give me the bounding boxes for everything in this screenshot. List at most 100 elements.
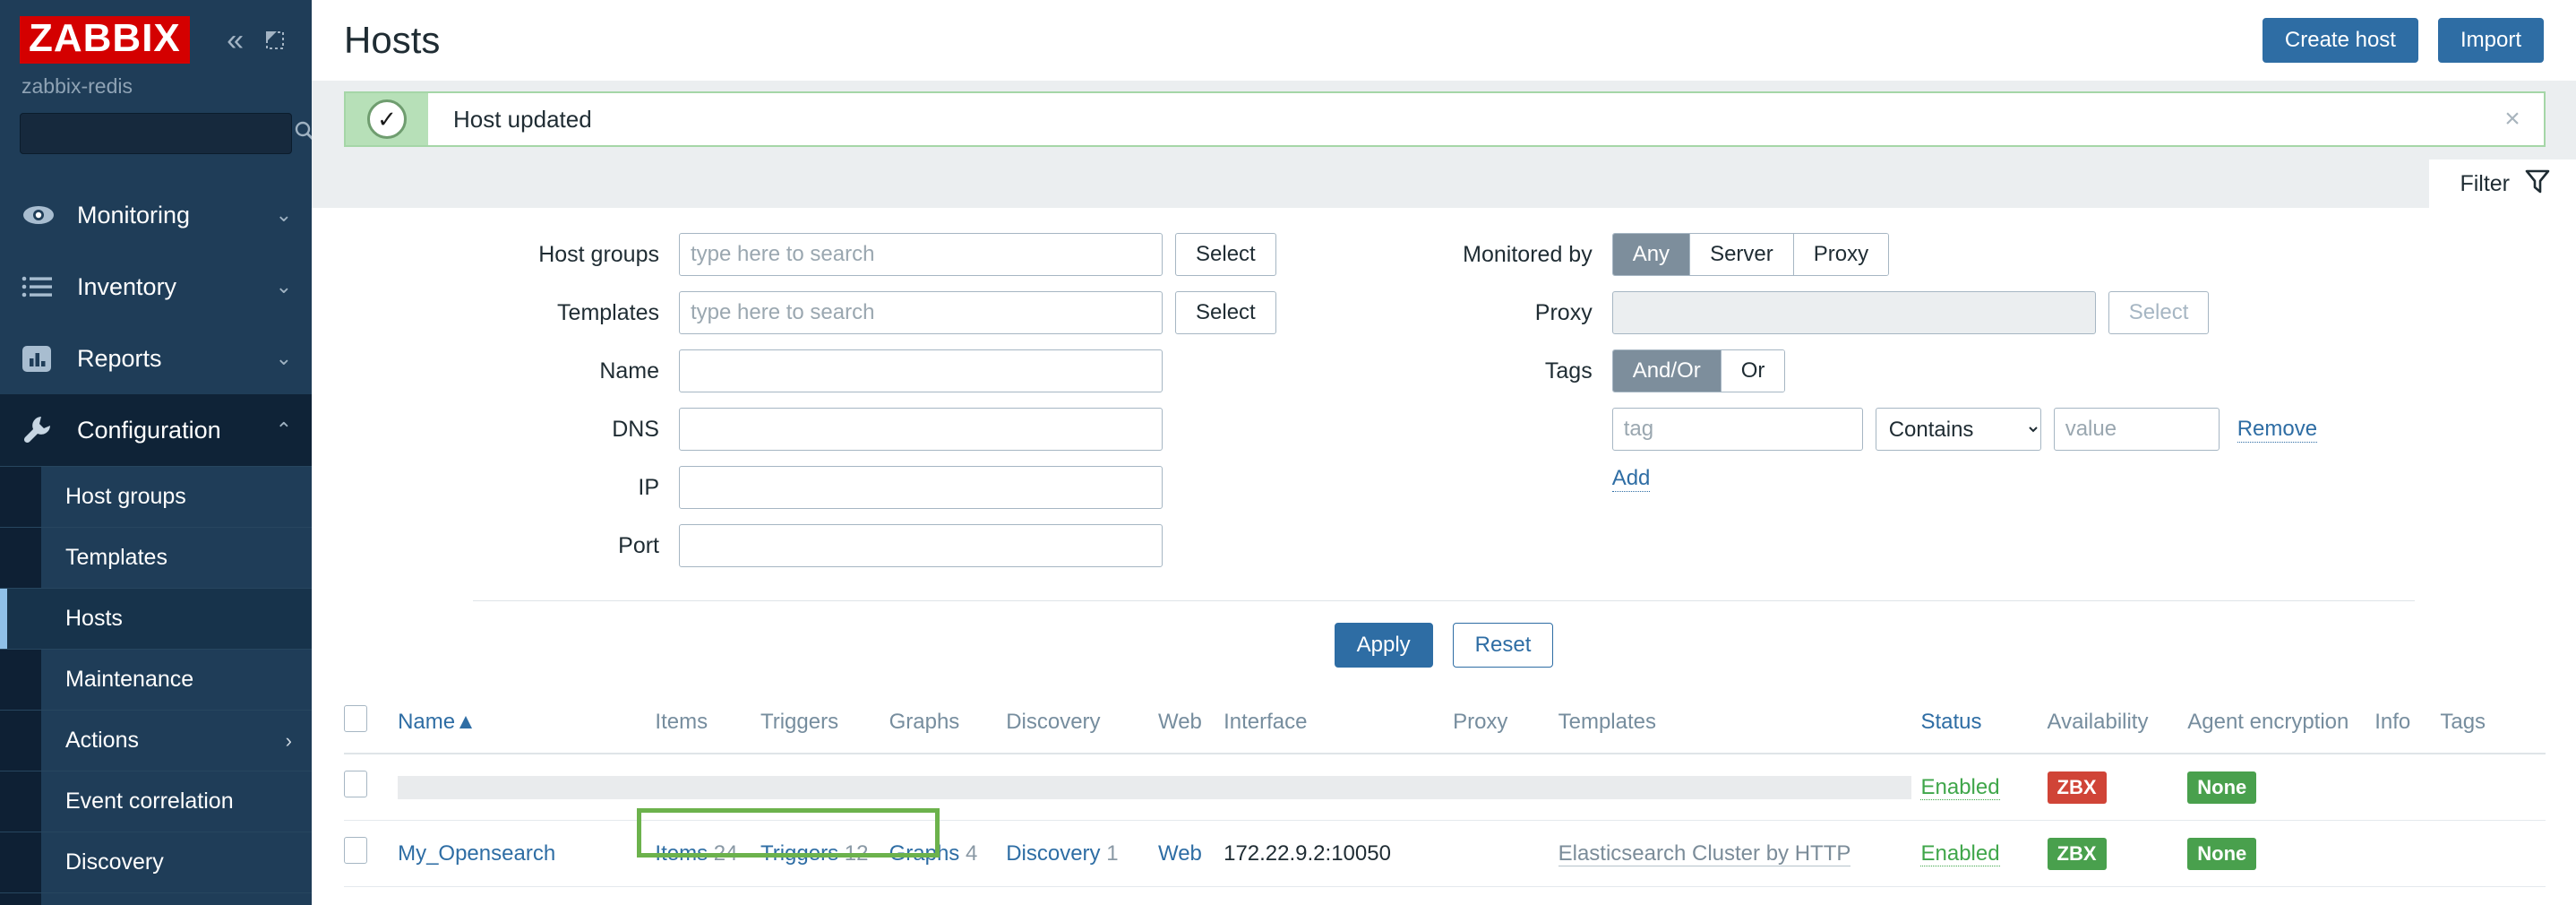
discovery-link[interactable]: Discovery bbox=[1006, 841, 1100, 866]
port-input[interactable] bbox=[679, 524, 1163, 567]
collapse-sidebar-icon[interactable]: « bbox=[227, 25, 244, 56]
sidebar-item-inventory[interactable]: Inventory ⌄ bbox=[0, 251, 312, 323]
triggers-link[interactable]: Triggers bbox=[760, 841, 838, 866]
sidebar-item-hosts[interactable]: Hosts bbox=[0, 588, 312, 649]
search-icon[interactable] bbox=[293, 119, 312, 149]
row-graphs-cell: Graphs 4 bbox=[889, 820, 1007, 888]
row-items-cell: Items 24 bbox=[655, 820, 760, 888]
tags-eval-option-or[interactable]: Or bbox=[1721, 350, 1785, 392]
items-link[interactable]: Items bbox=[655, 841, 708, 866]
sidebar-item-reports[interactable]: Reports ⌄ bbox=[0, 323, 312, 394]
tab-filter[interactable]: Filter bbox=[2429, 159, 2576, 208]
proxy-input[interactable] bbox=[1611, 291, 2096, 334]
tag-value-input[interactable] bbox=[2053, 408, 2220, 451]
row-placeholder-cell bbox=[398, 754, 1921, 822]
sidebar-item-host-groups[interactable]: Host groups bbox=[0, 466, 312, 527]
sidebar-item-services[interactable]: Services bbox=[0, 892, 312, 905]
proxy-select-button[interactable]: Select bbox=[2108, 291, 2210, 334]
row-encryption-cell: None bbox=[2187, 754, 2375, 822]
tag-remove-link[interactable]: Remove bbox=[2237, 417, 2318, 443]
monitored-by-option-any[interactable]: Any bbox=[1612, 234, 1691, 275]
row-status-cell: Enabled bbox=[1920, 754, 2048, 822]
templates-select-button[interactable]: Select bbox=[1175, 291, 1276, 334]
chevron-down-icon: ⌄ bbox=[275, 203, 292, 226]
tags-eval-segmented[interactable]: And/Or Or bbox=[1611, 349, 1786, 392]
filter-row-templates: Templates Select bbox=[500, 291, 1276, 334]
sidebar-item-discovery[interactable]: Discovery bbox=[0, 832, 312, 892]
graphs-link[interactable]: Graphs bbox=[889, 841, 960, 866]
tags-eval-option-andor[interactable]: And/Or bbox=[1612, 350, 1722, 392]
row-web-cell: Web bbox=[1157, 820, 1224, 888]
search-input[interactable] bbox=[31, 121, 293, 146]
encryption-badge: None bbox=[2187, 838, 2257, 870]
sidebar: ZABBIX « zabbix-redis Monitoring ⌄ Inven… bbox=[0, 0, 312, 905]
row-checkbox[interactable] bbox=[344, 771, 367, 798]
row-checkbox[interactable] bbox=[344, 837, 367, 865]
host-name-link[interactable]: My_Opensearch bbox=[398, 841, 555, 866]
sidebar-item-event-correlation[interactable]: Event correlation bbox=[0, 771, 312, 832]
discovery-count: 1 bbox=[1106, 840, 1119, 866]
close-icon[interactable]: × bbox=[2481, 93, 2544, 145]
dns-input[interactable] bbox=[679, 408, 1163, 451]
column-header-status[interactable]: Status bbox=[1920, 691, 2048, 755]
triggers-count: 12 bbox=[844, 840, 869, 866]
status-badge[interactable]: Enabled bbox=[1920, 774, 2000, 800]
tag-name-input[interactable] bbox=[1611, 408, 1863, 451]
filter-row-tag-condition: Contains Remove bbox=[1379, 408, 2318, 451]
monitored-by-segmented[interactable]: Any Server Proxy bbox=[1611, 233, 1890, 276]
sidebar-item-label: Inventory bbox=[77, 272, 177, 300]
row-availability-cell: ZBX bbox=[2047, 820, 2188, 888]
sidebar-submenu-configuration: Host groups Templates Hosts Maintenance … bbox=[0, 466, 312, 905]
filter-row-dns: DNS bbox=[500, 408, 1276, 451]
filter-row-proxy: Proxy Select bbox=[1379, 291, 2317, 334]
items-count: 24 bbox=[713, 840, 738, 866]
template-link[interactable]: Elasticsearch Cluster by HTTP bbox=[1558, 840, 1851, 866]
availability-badge[interactable]: ZBX bbox=[2047, 838, 2107, 870]
table-row[interactable]: Enabled ZBX None bbox=[344, 754, 2546, 822]
monitored-by-option-server[interactable]: Server bbox=[1690, 234, 1794, 275]
templates-input[interactable] bbox=[679, 291, 1163, 334]
chevron-down-icon: ⌄ bbox=[275, 347, 292, 369]
filter-row-add-tag: Add bbox=[1379, 466, 2317, 492]
column-label: Name bbox=[398, 709, 456, 734]
select-all-checkbox[interactable] bbox=[344, 705, 367, 733]
sidebar-item-actions[interactable]: Actions › bbox=[0, 710, 312, 771]
monitored-by-option-proxy[interactable]: Proxy bbox=[1793, 234, 1889, 275]
host-groups-select-button[interactable]: Select bbox=[1175, 233, 1276, 276]
select-all-header bbox=[344, 691, 399, 755]
create-host-button[interactable]: Create host bbox=[2262, 17, 2418, 64]
column-header-items: Items bbox=[655, 691, 760, 755]
column-header-name[interactable]: Name▲ bbox=[398, 691, 656, 755]
sidebar-subitem-label: Hosts bbox=[65, 606, 123, 631]
name-input[interactable] bbox=[679, 349, 1163, 392]
reset-button[interactable]: Reset bbox=[1452, 623, 1554, 668]
filter-row-ip: IP bbox=[500, 466, 1276, 509]
filter-label-tags: Tags bbox=[1544, 358, 1593, 384]
sidebar-item-monitoring[interactable]: Monitoring ⌄ bbox=[0, 179, 312, 251]
tag-operator-select[interactable]: Contains bbox=[1875, 408, 2041, 451]
sidebar-item-configuration[interactable]: Configuration ⌃ bbox=[0, 394, 312, 466]
wrench-icon bbox=[21, 415, 57, 445]
web-link[interactable]: Web bbox=[1158, 841, 1202, 866]
compact-view-icon[interactable] bbox=[263, 29, 287, 52]
tag-add-link[interactable]: Add bbox=[1611, 466, 1651, 492]
apply-button[interactable]: Apply bbox=[1334, 623, 1433, 668]
sidebar-subitem-label: Event correlation bbox=[65, 789, 234, 814]
import-button[interactable]: Import bbox=[2437, 17, 2544, 64]
sidebar-item-templates[interactable]: Templates bbox=[0, 527, 312, 588]
sidebar-search[interactable] bbox=[20, 113, 312, 154]
filter-tabbar: Filter bbox=[312, 159, 2576, 208]
sidebar-item-maintenance[interactable]: Maintenance bbox=[0, 649, 312, 710]
row-status-cell: Enabled bbox=[1920, 820, 2048, 888]
ip-input[interactable] bbox=[679, 466, 1163, 509]
column-header-triggers: Triggers bbox=[760, 691, 889, 755]
table-row[interactable]: My_Opensearch Items 24 Triggers 12 Graph… bbox=[344, 820, 2546, 888]
success-message: ✓ Host updated × bbox=[344, 91, 2546, 147]
filter-label-ip: IP bbox=[638, 474, 659, 500]
row-interface-cell: 172.22.9.2:10050 bbox=[1224, 820, 1454, 888]
host-groups-input[interactable] bbox=[679, 233, 1163, 276]
filter-row-name: Name bbox=[500, 349, 1276, 392]
availability-badge[interactable]: ZBX bbox=[2047, 771, 2107, 804]
sidebar-subitem-label: Discovery bbox=[65, 849, 164, 875]
status-badge[interactable]: Enabled bbox=[1920, 840, 2000, 866]
